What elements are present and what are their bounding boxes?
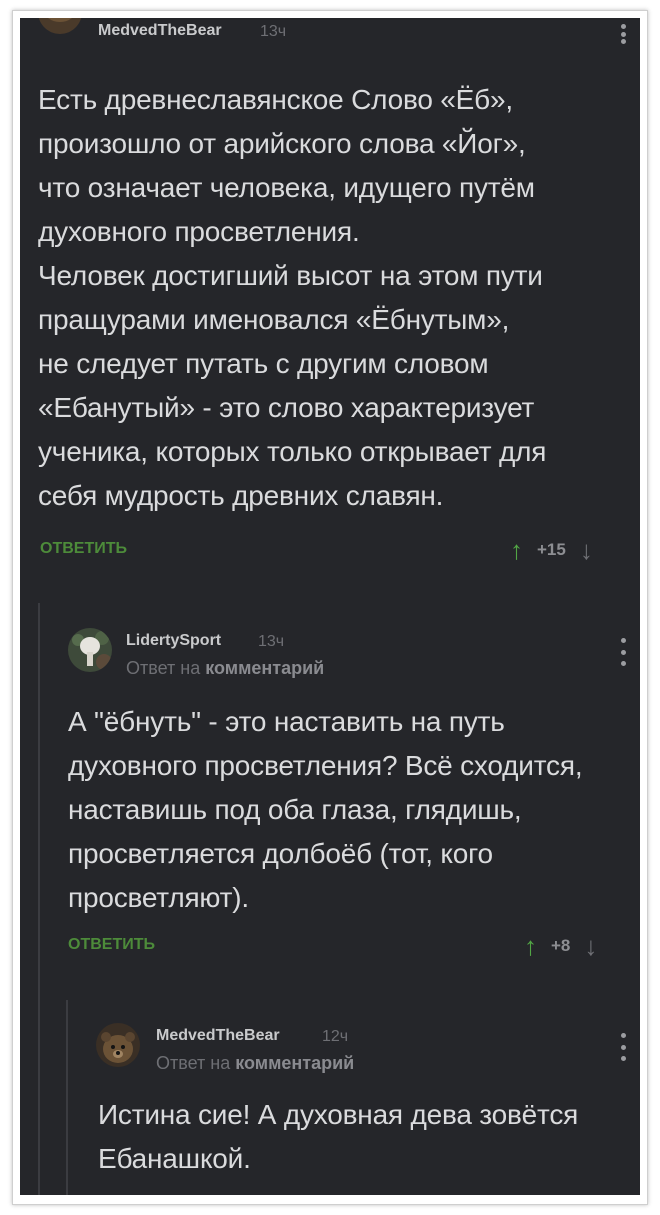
- arrow-down-icon[interactable]: ↓: [580, 537, 593, 563]
- comment-2: LidertySport 13ч Ответ на комментарий А …: [20, 608, 640, 1008]
- bear-avatar-icon[interactable]: [38, 18, 82, 34]
- reply-button[interactable]: ОТВЕТИТЬ: [68, 936, 155, 954]
- score-count: +15: [537, 540, 566, 559]
- comment-text: А "ёбнуть" - это наставить на путь духов…: [68, 706, 583, 913]
- comment-time: 13ч: [258, 633, 285, 650]
- vote-controls: ↑ +8 ↓: [524, 931, 597, 961]
- comment-author[interactable]: MedvedTheBear: [156, 1027, 280, 1045]
- reply-to-link[interactable]: комментарий: [235, 1053, 354, 1073]
- reply-to-line: Ответ на комментарий: [126, 658, 324, 679]
- comment-text: Есть древнеславянское Слово «Ёб», произо…: [38, 84, 547, 511]
- mushroom-avatar-icon[interactable]: [68, 628, 112, 672]
- comment-author[interactable]: LidertySport: [126, 632, 221, 650]
- comment-author[interactable]: MedvedTheBear: [98, 22, 222, 40]
- more-vertical-icon[interactable]: [618, 24, 628, 44]
- reply-to-prefix: Ответ на: [156, 1053, 236, 1073]
- reply-to-prefix: Ответ на: [126, 658, 206, 678]
- comment-time: 12ч: [322, 1028, 349, 1045]
- more-vertical-icon[interactable]: [618, 638, 628, 666]
- arrow-up-icon[interactable]: ↑: [524, 933, 537, 959]
- comments-screen: MedvedTheBear 13ч Есть древнеславянское …: [20, 18, 640, 1195]
- bear-avatar-icon[interactable]: [96, 1023, 140, 1067]
- more-vertical-icon[interactable]: [618, 1033, 628, 1061]
- comment-time: 13ч: [260, 23, 287, 40]
- reply-button[interactable]: ОТВЕТИТЬ: [40, 540, 127, 558]
- arrow-down-icon[interactable]: ↓: [584, 933, 597, 959]
- comment-1: MedvedTheBear 13ч Есть древнеславянское …: [20, 18, 640, 578]
- vote-controls: ↑ +15 ↓: [510, 535, 593, 565]
- reply-to-link[interactable]: комментарий: [205, 658, 324, 678]
- comment-text: Истина сие! А духовная дева зовётся Ебан…: [98, 1099, 579, 1174]
- score-count: +8: [551, 936, 571, 955]
- arrow-up-icon[interactable]: ↑: [510, 537, 523, 563]
- reply-to-line: Ответ на комментарий: [156, 1053, 354, 1074]
- comment-3: MedvedTheBear 12ч Ответ на комментарий И…: [20, 1003, 640, 1195]
